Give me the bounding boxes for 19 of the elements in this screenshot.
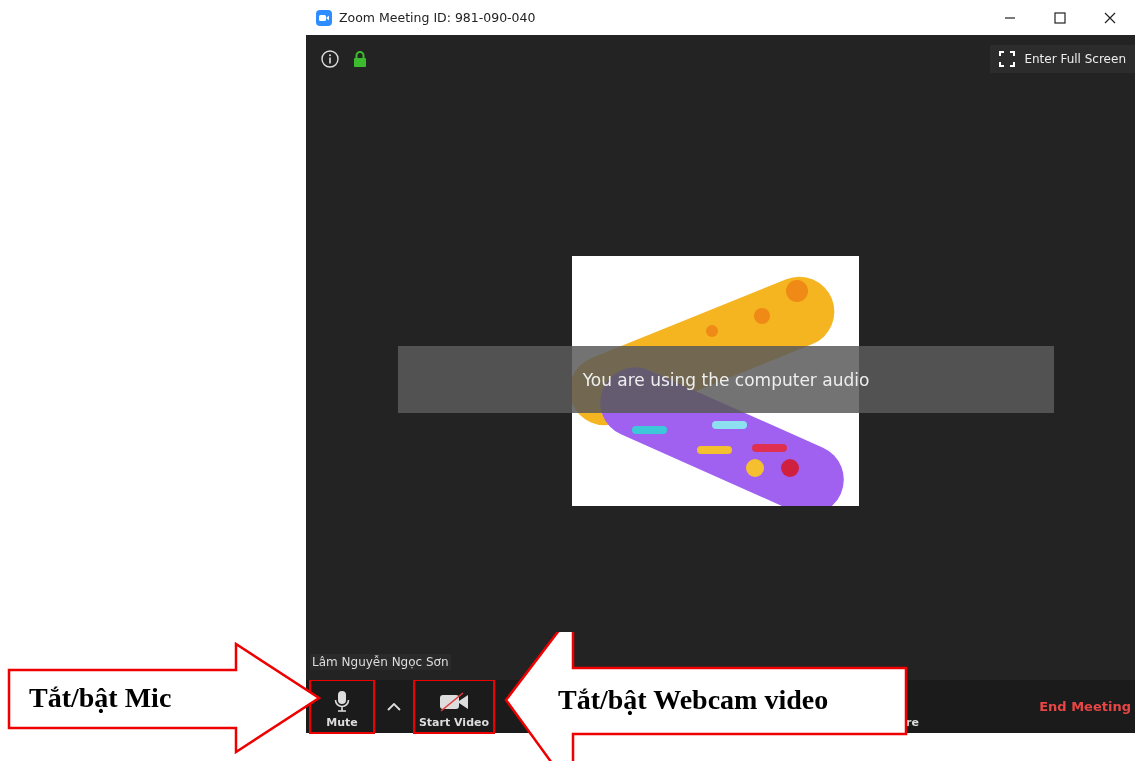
info-icon[interactable] [321, 50, 339, 68]
start-video-button[interactable]: Start Video [414, 680, 494, 733]
mute-button[interactable]: Mute [310, 680, 374, 733]
maximize-icon [1054, 11, 1066, 24]
share-button[interactable]: re [906, 680, 926, 733]
audio-notice: You are using the computer audio [398, 346, 1054, 413]
callout-text: Tắt/bật Mic [29, 682, 172, 714]
microphone-icon [334, 690, 350, 712]
close-icon [1104, 11, 1116, 24]
fullscreen-button[interactable]: Enter Full Screen [990, 45, 1135, 73]
end-meeting-button[interactable]: End Meeting [1039, 680, 1131, 733]
app-logo-icon [316, 9, 332, 26]
video-off-icon [439, 692, 469, 712]
caret-icon [387, 702, 401, 711]
callout-text: Tắt/bật Webcam video [558, 684, 829, 716]
fullscreen-icon [999, 51, 1016, 67]
lock-icon[interactable] [353, 51, 367, 67]
window-title: Zoom Meeting ID: 981-090-040 [339, 10, 536, 25]
participant-name: Lâm Nguyễn Ngọc Sơn [310, 654, 451, 670]
